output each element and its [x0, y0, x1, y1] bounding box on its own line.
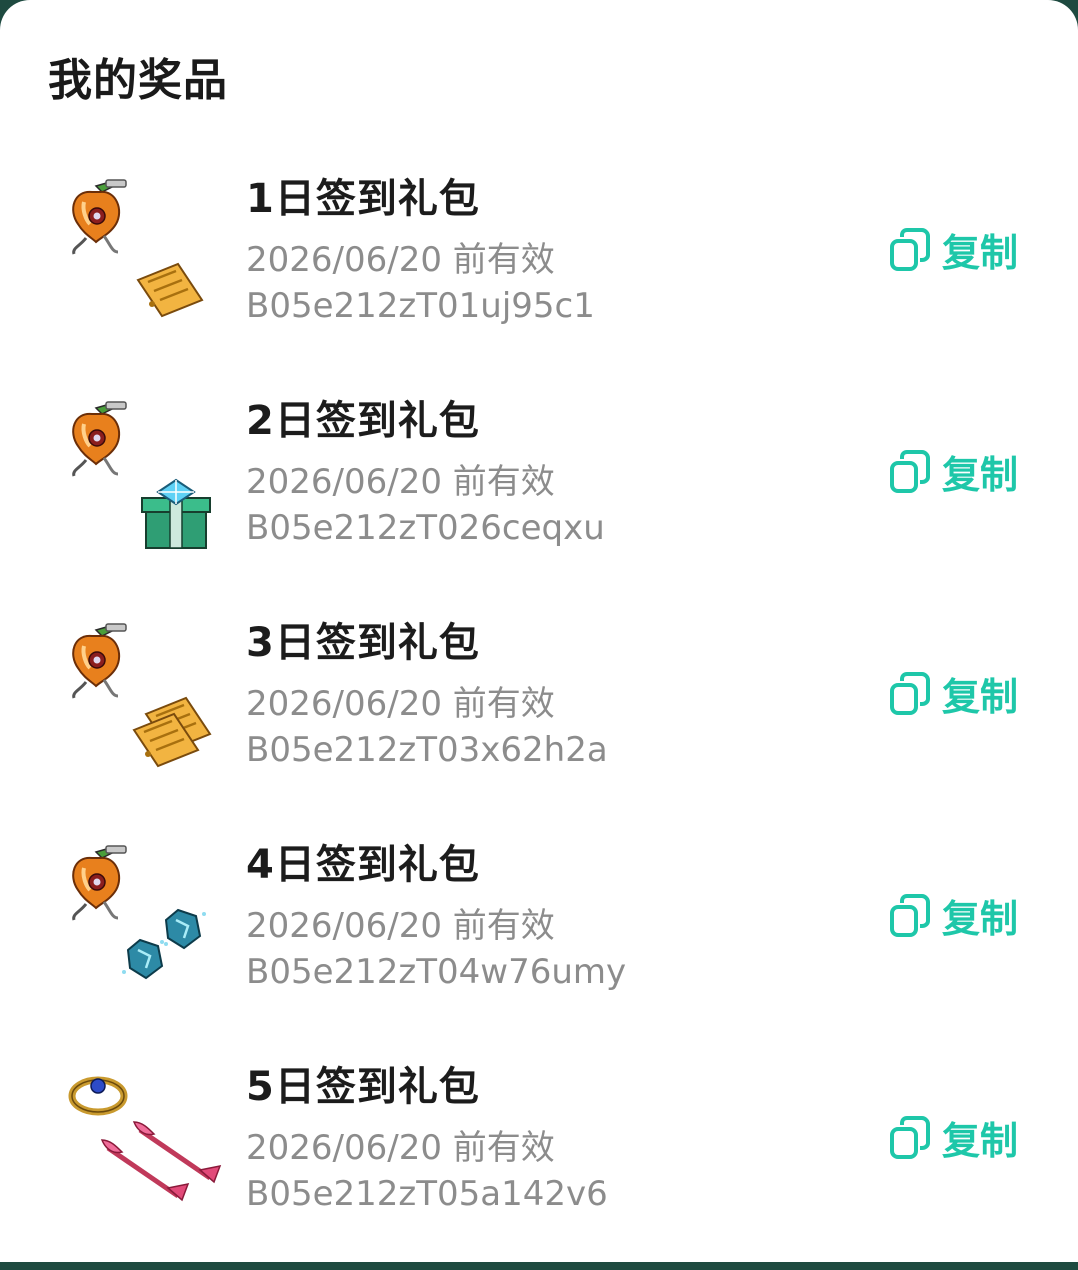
prize-thumbnail — [62, 616, 222, 776]
gold-ring-icon — [72, 1079, 124, 1112]
prize-name: 2日签到礼包 — [246, 398, 480, 444]
apple-charm-icon — [71, 400, 128, 478]
prize-item: 2日签到礼包 2026/06/20 前有效 B05e212zT026ceqxu … — [0, 382, 1078, 604]
prize-code: B05e212zT05a142v6 — [246, 1174, 608, 1214]
copy-label: 复制 — [942, 896, 1019, 941]
prize-thumbnail — [62, 1060, 222, 1220]
golden-tickets-icon — [132, 696, 212, 768]
prize-code: B05e212zT03x62h2a — [246, 730, 608, 770]
prize-item: 3日签到礼包 2026/06/20 前有效 B05e212zT03x62h2a … — [0, 604, 1078, 826]
prize-name: 3日签到礼包 — [246, 620, 480, 666]
prize-code: B05e212zT01uj95c1 — [246, 286, 595, 326]
prizes-sheet: 我的奖品 1日签到礼包 2026/06/20 前有效 B05e212zT01uj… — [0, 0, 1078, 1262]
copy-label: 复制 — [942, 1118, 1019, 1163]
page-title: 我的奖品 — [48, 55, 228, 106]
blue-crystals-icon — [120, 908, 208, 980]
diamond-gift-box-icon — [141, 479, 211, 549]
copy-button[interactable]: 复制 — [888, 890, 1019, 941]
prize-name: 5日签到礼包 — [246, 1064, 480, 1110]
prize-thumbnail — [62, 394, 222, 554]
apple-charm-icon — [71, 844, 128, 922]
prize-name: 1日签到礼包 — [246, 176, 480, 222]
golden-ticket-icon — [136, 262, 204, 318]
copy-label: 复制 — [942, 452, 1019, 497]
prize-code: B05e212zT04w76umy — [246, 952, 627, 992]
prize-item: 5日签到礼包 2026/06/20 前有效 B05e212zT05a142v6 … — [0, 1048, 1078, 1270]
copy-button[interactable]: 复制 — [888, 446, 1019, 497]
apple-charm-icon — [71, 178, 128, 256]
prize-item: 4日签到礼包 2026/06/20 前有效 B05e212zT04w76umy … — [0, 826, 1078, 1048]
prize-thumbnail — [62, 172, 222, 332]
copy-button[interactable]: 复制 — [888, 1112, 1019, 1163]
prize-item: 1日签到礼包 2026/06/20 前有效 B05e212zT01uj95c1 … — [0, 160, 1078, 382]
prize-expiry: 2026/06/20 前有效 — [246, 240, 555, 280]
copy-icon — [890, 450, 930, 493]
copy-button[interactable]: 复制 — [888, 668, 1019, 719]
prize-list: 1日签到礼包 2026/06/20 前有效 B05e212zT01uj95c1 … — [0, 160, 1078, 1270]
copy-icon — [890, 894, 930, 937]
copy-label: 复制 — [942, 674, 1019, 719]
prize-code: B05e212zT026ceqxu — [246, 508, 605, 548]
cupid-arrows-icon — [102, 1122, 220, 1200]
copy-button[interactable]: 复制 — [888, 224, 1019, 275]
copy-icon — [890, 1116, 930, 1159]
copy-label: 复制 — [942, 230, 1019, 275]
prize-name: 4日签到礼包 — [246, 842, 480, 888]
copy-icon — [890, 228, 930, 271]
apple-charm-icon — [71, 622, 128, 700]
prize-thumbnail — [62, 838, 222, 998]
prize-expiry: 2026/06/20 前有效 — [246, 906, 555, 946]
copy-icon — [890, 672, 930, 715]
prize-expiry: 2026/06/20 前有效 — [246, 462, 555, 502]
prize-expiry: 2026/06/20 前有效 — [246, 684, 555, 724]
prize-expiry: 2026/06/20 前有效 — [246, 1128, 555, 1168]
